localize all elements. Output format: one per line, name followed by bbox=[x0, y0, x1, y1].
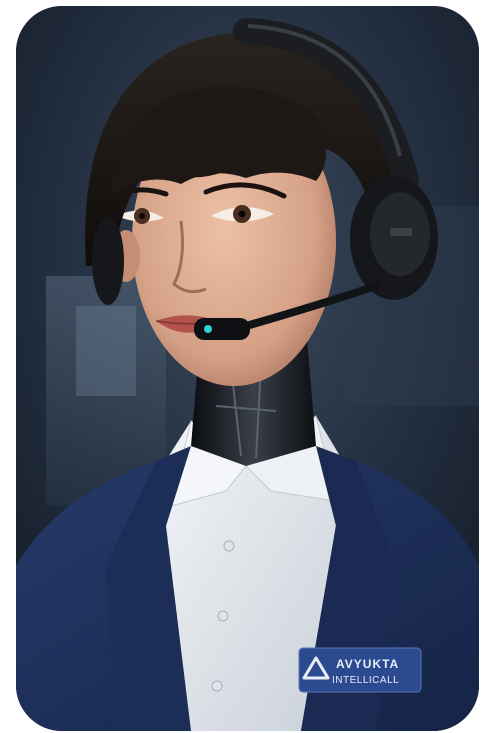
headset-logo-mark bbox=[390, 228, 412, 236]
badge-brand-line1: AVYUKTA bbox=[336, 657, 399, 671]
badge-brand-line2: INTELLICALL bbox=[332, 675, 399, 686]
headset-earcup-left bbox=[92, 217, 124, 305]
microphone-capsule bbox=[194, 318, 250, 340]
background-window bbox=[76, 306, 136, 396]
portrait-card: AVYUKTA INTELLICALL bbox=[16, 6, 479, 731]
shirt-button bbox=[223, 540, 235, 552]
shirt-button bbox=[217, 610, 229, 622]
name-badge: AVYUKTA INTELLICALL bbox=[298, 647, 422, 693]
shirt-button bbox=[211, 680, 223, 692]
microphone-indicator-light bbox=[204, 325, 212, 333]
agent-portrait-illustration: AVYUKTA INTELLICALL bbox=[16, 6, 479, 731]
